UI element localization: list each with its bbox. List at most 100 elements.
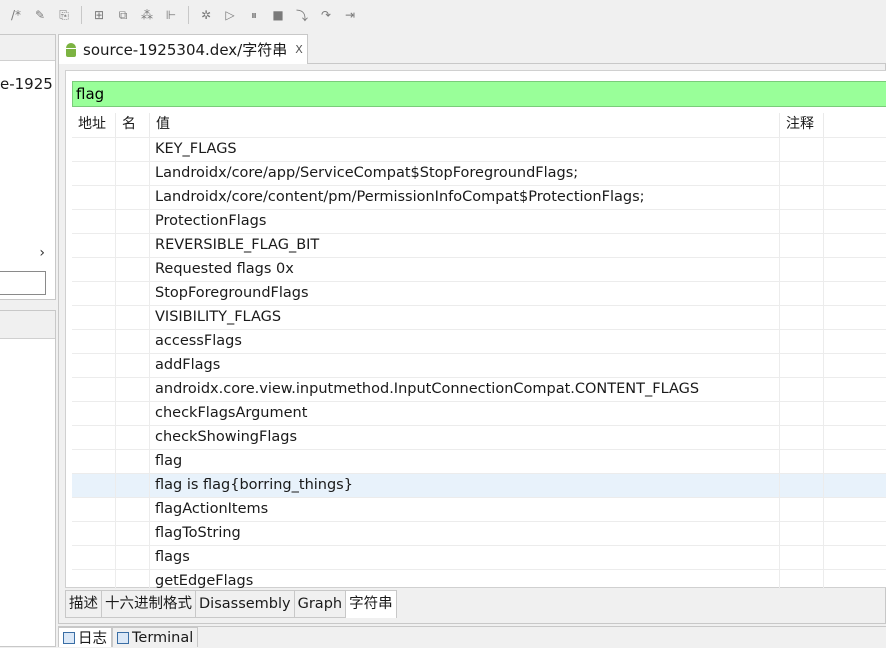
step-into-icon[interactable]: ⤵ bbox=[292, 5, 312, 25]
name-cell bbox=[116, 210, 150, 233]
extra-cell bbox=[824, 306, 886, 329]
address-cell bbox=[72, 330, 116, 353]
step-over-icon[interactable]: ↷ bbox=[316, 5, 336, 25]
table-row[interactable]: Landroidx/core/app/ServiceCompat$StopFor… bbox=[72, 161, 886, 185]
view-tab-4[interactable]: 字符串 bbox=[346, 590, 397, 618]
name-cell bbox=[116, 570, 150, 589]
column-header-comment[interactable]: 注释 bbox=[780, 113, 824, 137]
step-out-icon[interactable]: ⇥ bbox=[340, 5, 360, 25]
comment-cell bbox=[780, 210, 824, 233]
debug-icon[interactable]: ✲ bbox=[196, 5, 216, 25]
comment-icon[interactable]: /* bbox=[6, 5, 26, 25]
table-row[interactable]: addFlags bbox=[72, 353, 886, 377]
extra-cell bbox=[824, 426, 886, 449]
address-cell bbox=[72, 498, 116, 521]
view-tab-0[interactable]: 描述 bbox=[65, 590, 102, 618]
value-cell: REVERSIBLE_FLAG_BIT bbox=[150, 234, 780, 257]
android-icon bbox=[65, 42, 77, 57]
run-icon[interactable]: ▷ bbox=[220, 5, 240, 25]
pencil-icon[interactable]: ✎ bbox=[30, 5, 50, 25]
name-cell bbox=[116, 354, 150, 377]
extra-cell bbox=[824, 498, 886, 521]
grid-icon[interactable]: ⊞ bbox=[89, 5, 109, 25]
comment-cell bbox=[780, 570, 824, 589]
view-tabs: 描述 十六进制格式 Disassembly Graph 字符串 bbox=[65, 590, 397, 618]
toolbar-separator bbox=[188, 6, 189, 24]
comment-cell bbox=[780, 162, 824, 185]
address-cell bbox=[72, 522, 116, 545]
toolbar-separator bbox=[81, 6, 82, 24]
string-filter-input[interactable] bbox=[72, 81, 886, 107]
value-cell: Landroidx/core/content/pm/PermissionInfo… bbox=[150, 186, 780, 209]
table-row[interactable]: flagToString bbox=[72, 521, 886, 545]
project-tree-item[interactable]: e-1925 bbox=[0, 75, 53, 93]
terminal-icon bbox=[117, 631, 129, 644]
column-header-value[interactable]: 值 bbox=[150, 113, 780, 137]
name-cell bbox=[116, 474, 150, 497]
pause-icon[interactable]: ⏸ bbox=[244, 5, 264, 25]
chevron-right-icon[interactable]: › bbox=[39, 245, 45, 261]
address-cell bbox=[72, 138, 116, 161]
graph-icon[interactable]: ⁂ bbox=[137, 5, 157, 25]
comment-cell bbox=[780, 522, 824, 545]
value-cell: KEY_FLAGS bbox=[150, 138, 780, 161]
stop-icon[interactable]: ■ bbox=[268, 5, 288, 25]
address-cell bbox=[72, 474, 116, 497]
value-cell: VISIBILITY_FLAGS bbox=[150, 306, 780, 329]
export-icon[interactable]: ⎘ bbox=[54, 5, 74, 25]
table-row[interactable]: flag bbox=[72, 449, 886, 473]
name-cell bbox=[116, 546, 150, 569]
name-cell bbox=[116, 162, 150, 185]
table-row[interactable]: checkShowingFlags bbox=[72, 425, 886, 449]
table-row[interactable]: ProtectionFlags bbox=[72, 209, 886, 233]
comment-cell bbox=[780, 378, 824, 401]
column-header-name[interactable]: 名 bbox=[116, 113, 150, 137]
extra-cell bbox=[824, 570, 886, 589]
tab-terminal[interactable]: Terminal bbox=[112, 627, 199, 647]
extra-cell bbox=[824, 450, 886, 473]
table-row[interactable]: accessFlags bbox=[72, 329, 886, 353]
address-cell bbox=[72, 378, 116, 401]
table-row[interactable]: getEdgeFlags bbox=[72, 569, 886, 589]
table-row[interactable]: REVERSIBLE_FLAG_BIT bbox=[72, 233, 886, 257]
table-row[interactable]: flags bbox=[72, 545, 886, 569]
editor-body: 地址 名 值 注释 KEY_FLAGSLandroidx/core/app/Se… bbox=[58, 64, 886, 624]
address-cell bbox=[72, 162, 116, 185]
class-hierarchy-icon[interactable]: ⧉ bbox=[113, 5, 133, 25]
tab-source-strings[interactable]: source-1925304.dex/字符串 ⵝ bbox=[58, 34, 308, 64]
tab-log[interactable]: 日志 bbox=[58, 627, 112, 647]
table-row[interactable]: Landroidx/core/content/pm/PermissionInfo… bbox=[72, 185, 886, 209]
table-row[interactable]: KEY_FLAGS bbox=[72, 137, 886, 161]
extra-cell bbox=[824, 354, 886, 377]
address-cell bbox=[72, 258, 116, 281]
name-cell bbox=[116, 426, 150, 449]
structure-icon[interactable]: ⊩ bbox=[161, 5, 181, 25]
name-cell bbox=[116, 450, 150, 473]
extra-cell bbox=[824, 138, 886, 161]
name-cell bbox=[116, 498, 150, 521]
table-row[interactable]: StopForegroundFlags bbox=[72, 281, 886, 305]
table-row[interactable]: flagActionItems bbox=[72, 497, 886, 521]
address-cell bbox=[72, 426, 116, 449]
view-tab-2[interactable]: Disassembly bbox=[196, 590, 295, 618]
view-tab-3[interactable]: Graph bbox=[294, 590, 347, 618]
table-row[interactable]: androidx.core.view.inputmethod.InputConn… bbox=[72, 377, 886, 401]
project-filter-input[interactable] bbox=[0, 271, 46, 295]
view-tab-1[interactable]: 十六进制格式 bbox=[102, 590, 196, 618]
value-cell: Landroidx/core/app/ServiceCompat$StopFor… bbox=[150, 162, 780, 185]
table-row[interactable]: flag is flag{borring_things} bbox=[72, 473, 886, 497]
address-cell bbox=[72, 570, 116, 589]
name-cell bbox=[116, 234, 150, 257]
table-row[interactable]: Requested flags 0x bbox=[72, 257, 886, 281]
name-cell bbox=[116, 522, 150, 545]
console-tab-bar: 日志 Terminal bbox=[58, 626, 886, 647]
name-cell bbox=[116, 306, 150, 329]
address-cell bbox=[72, 234, 116, 257]
comment-cell bbox=[780, 138, 824, 161]
close-icon[interactable]: ⵝ bbox=[295, 43, 303, 56]
table-row[interactable]: checkFlagsArgument bbox=[72, 401, 886, 425]
table-row[interactable]: VISIBILITY_FLAGS bbox=[72, 305, 886, 329]
extra-cell bbox=[824, 162, 886, 185]
column-header-address[interactable]: 地址 bbox=[72, 113, 116, 137]
project-explorer: e-1925 › bbox=[0, 34, 56, 300]
